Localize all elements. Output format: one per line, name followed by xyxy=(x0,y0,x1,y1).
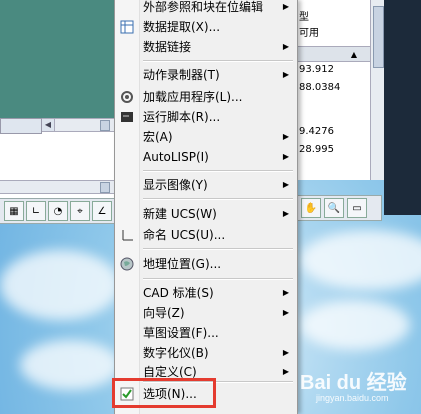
highlight-box xyxy=(112,378,216,408)
geographic-location-icon xyxy=(119,256,135,272)
pan-icon[interactable]: ✋ xyxy=(301,198,321,218)
submenu-arrow-icon: ▶ xyxy=(282,367,289,376)
navigation-toolbar: ✋ 🔍 ▭ xyxy=(296,195,382,221)
property-value: 28.995 xyxy=(299,144,334,155)
menu-item-drafting-settings[interactable]: 草图设置(F)... xyxy=(115,322,297,344)
layout-tab[interactable] xyxy=(0,118,42,134)
menu-item-autolisp[interactable]: AutoLISP(I) ▶ xyxy=(115,146,297,168)
grid-icon[interactable]: ▦ xyxy=(4,201,24,221)
angle-icon[interactable]: ∠ xyxy=(92,201,112,221)
tools-menu: 外部参照和块在位编辑 ▶ 数据提取(X)... 数据链接 ▶ 动作录制器(T) … xyxy=(114,0,298,414)
menu-item-run-script[interactable]: 运行脚本(R)... xyxy=(115,106,297,128)
command-scrollbar[interactable] xyxy=(0,180,114,194)
ortho-icon[interactable]: ∟ xyxy=(26,201,46,221)
run-script-icon xyxy=(119,109,135,125)
menu-separator xyxy=(143,60,293,62)
view-icon[interactable]: ▭ xyxy=(347,198,367,218)
scroll-thumb[interactable] xyxy=(100,182,110,193)
polar-icon[interactable]: ◔ xyxy=(48,201,68,221)
scroll-left-icon[interactable]: ◀ xyxy=(42,119,55,131)
watermark-url: jingyan.baidu.com xyxy=(316,393,389,403)
menu-item-load-application[interactable]: 加载应用程序(L)... xyxy=(115,86,297,108)
submenu-arrow-icon: ▶ xyxy=(282,288,289,297)
drawing-area[interactable] xyxy=(0,0,118,118)
scroll-thumb[interactable] xyxy=(100,120,110,131)
window-edge xyxy=(384,0,421,215)
collapse-icon[interactable]: ▲ xyxy=(351,47,357,63)
menu-item-data-extraction[interactable]: 数据提取(X)... xyxy=(115,16,297,38)
horizontal-scrollbar[interactable]: ◀ xyxy=(42,118,114,132)
menu-item-display-image[interactable]: 显示图像(Y) ▶ xyxy=(115,174,297,196)
menu-separator xyxy=(143,198,293,200)
submenu-arrow-icon: ▶ xyxy=(282,42,289,51)
property-section-header[interactable]: ▲ xyxy=(297,46,371,62)
menu-item-geographic-location[interactable]: 地理位置(G)... xyxy=(115,253,297,275)
load-application-icon xyxy=(119,89,135,105)
property-value: 88.0384 xyxy=(299,82,341,93)
properties-scrollbar[interactable] xyxy=(370,0,385,180)
property-value: 9.4276 xyxy=(299,126,334,137)
menu-separator xyxy=(143,170,293,172)
osnap-icon[interactable]: ⌖ xyxy=(70,201,90,221)
scroll-thumb[interactable] xyxy=(373,6,384,68)
watermark-logo: Bai du 经验 xyxy=(300,372,407,394)
status-toolbar: ▦ ∟ ◔ ⌖ ∠ xyxy=(0,198,122,224)
property-value: 93.912 xyxy=(299,64,334,75)
submenu-arrow-icon: ▶ xyxy=(282,70,289,79)
menu-item-cad-standards[interactable]: CAD 标准(S) ▶ xyxy=(115,282,297,304)
menu-item-data-link[interactable]: 数据链接 ▶ xyxy=(115,36,297,58)
submenu-arrow-icon: ▶ xyxy=(282,180,289,189)
zoom-icon[interactable]: 🔍 xyxy=(324,198,344,218)
submenu-arrow-icon: ▶ xyxy=(282,308,289,317)
submenu-arrow-icon: ▶ xyxy=(282,152,289,161)
menu-separator xyxy=(143,278,293,280)
menu-separator xyxy=(143,248,293,250)
named-ucs-icon xyxy=(119,227,135,243)
menu-item-action-recorder[interactable]: 动作录制器(T) ▶ xyxy=(115,64,297,86)
menu-item-named-ucs[interactable]: 命名 UCS(U)... xyxy=(115,224,297,246)
menu-item-new-ucs[interactable]: 新建 UCS(W) ▶ xyxy=(115,203,297,225)
properties-panel: 型 可用 ▲ 93.912 88.0384 9.4276 28.995 xyxy=(296,0,371,180)
submenu-arrow-icon: ▶ xyxy=(282,209,289,218)
menu-item-wizards[interactable]: 向导(Z) ▶ xyxy=(115,302,297,324)
menu-item-macro[interactable]: 宏(A) ▶ xyxy=(115,126,297,148)
submenu-arrow-icon: ▶ xyxy=(282,132,289,141)
data-extraction-icon xyxy=(119,19,135,35)
property-type: 型 xyxy=(299,12,309,23)
property-available: 可用 xyxy=(299,28,319,39)
